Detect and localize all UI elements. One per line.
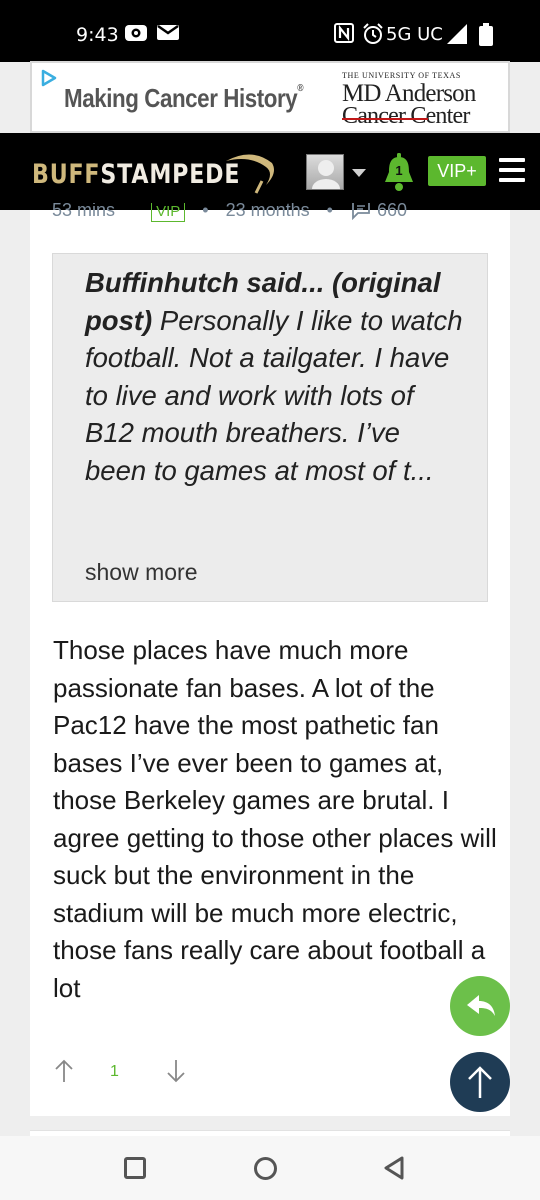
reply-button[interactable]	[450, 976, 510, 1036]
ad-slogan-text: Making Cancer History	[64, 83, 298, 113]
downvote-arrow-icon[interactable]	[166, 1058, 186, 1084]
screen-record-icon	[125, 25, 147, 41]
alarm-icon	[363, 23, 383, 44]
vote-score: 1	[110, 1063, 119, 1080]
logo-stampede: STAMPEDE	[100, 159, 241, 190]
show-more-link[interactable]: show more	[85, 559, 197, 586]
status-time: 9:43	[76, 24, 119, 46]
member-since: 23 months	[225, 203, 310, 220]
ad-registered-mark: ®	[297, 83, 304, 94]
post-meta: 53 mins VIP • 23 months • 660	[52, 203, 412, 223]
vip-badge: VIP	[151, 203, 186, 222]
post-body: Those places have much more passionate f…	[53, 635, 497, 1003]
vip-plus-button[interactable]: VIP+	[428, 156, 486, 186]
meta-separator: •	[202, 203, 209, 220]
site-logo[interactable]: BUFFSTAMPEDE	[32, 159, 240, 190]
post-time-ago: 53 mins	[52, 203, 116, 220]
notifications-button[interactable]: 1	[382, 152, 416, 192]
hamburger-menu-icon[interactable]	[499, 158, 525, 182]
user-avatar[interactable]	[306, 154, 344, 190]
reply-arrow-icon	[467, 995, 495, 1016]
logo-buff: BUFF	[32, 159, 101, 190]
nfc-icon	[334, 23, 354, 43]
ad-brand-line2: Cancer Center	[342, 103, 470, 129]
network-type: 5G UC	[386, 24, 443, 45]
quote-block: Buffinhutch said... (original post) Pers…	[52, 253, 488, 602]
meta-separator: •	[326, 203, 333, 220]
battery-icon	[479, 23, 493, 46]
posts-icon	[352, 203, 370, 221]
ad-university: THE UNIVERSITY OF TEXAS	[342, 71, 461, 80]
buffalo-horn-icon	[226, 154, 274, 194]
chevron-down-icon[interactable]	[352, 169, 366, 177]
home-icon[interactable]	[254, 1157, 277, 1180]
notification-count: 1	[395, 163, 403, 178]
ad-choices-icon[interactable]	[40, 69, 58, 87]
quote-text: Buffinhutch said... (original post) Pers…	[85, 264, 465, 489]
recent-apps-icon[interactable]	[124, 1157, 146, 1179]
avatar-placeholder-icon	[312, 160, 340, 189]
scroll-to-top-button[interactable]	[450, 1052, 510, 1112]
upvote-arrow-icon[interactable]	[54, 1058, 74, 1084]
post-count: 660	[377, 203, 408, 220]
arrow-up-icon	[468, 1066, 492, 1098]
ad-slogan: Making Cancer History®	[64, 83, 304, 114]
back-icon[interactable]	[382, 1155, 406, 1181]
mail-icon	[157, 24, 179, 40]
ad-banner[interactable]: Making Cancer History® THE UNIVERSITY OF…	[30, 61, 510, 133]
ad-brand-strike	[342, 118, 428, 120]
status-bar: 9:43 5G UC	[0, 0, 540, 62]
signal-icon	[447, 24, 467, 44]
